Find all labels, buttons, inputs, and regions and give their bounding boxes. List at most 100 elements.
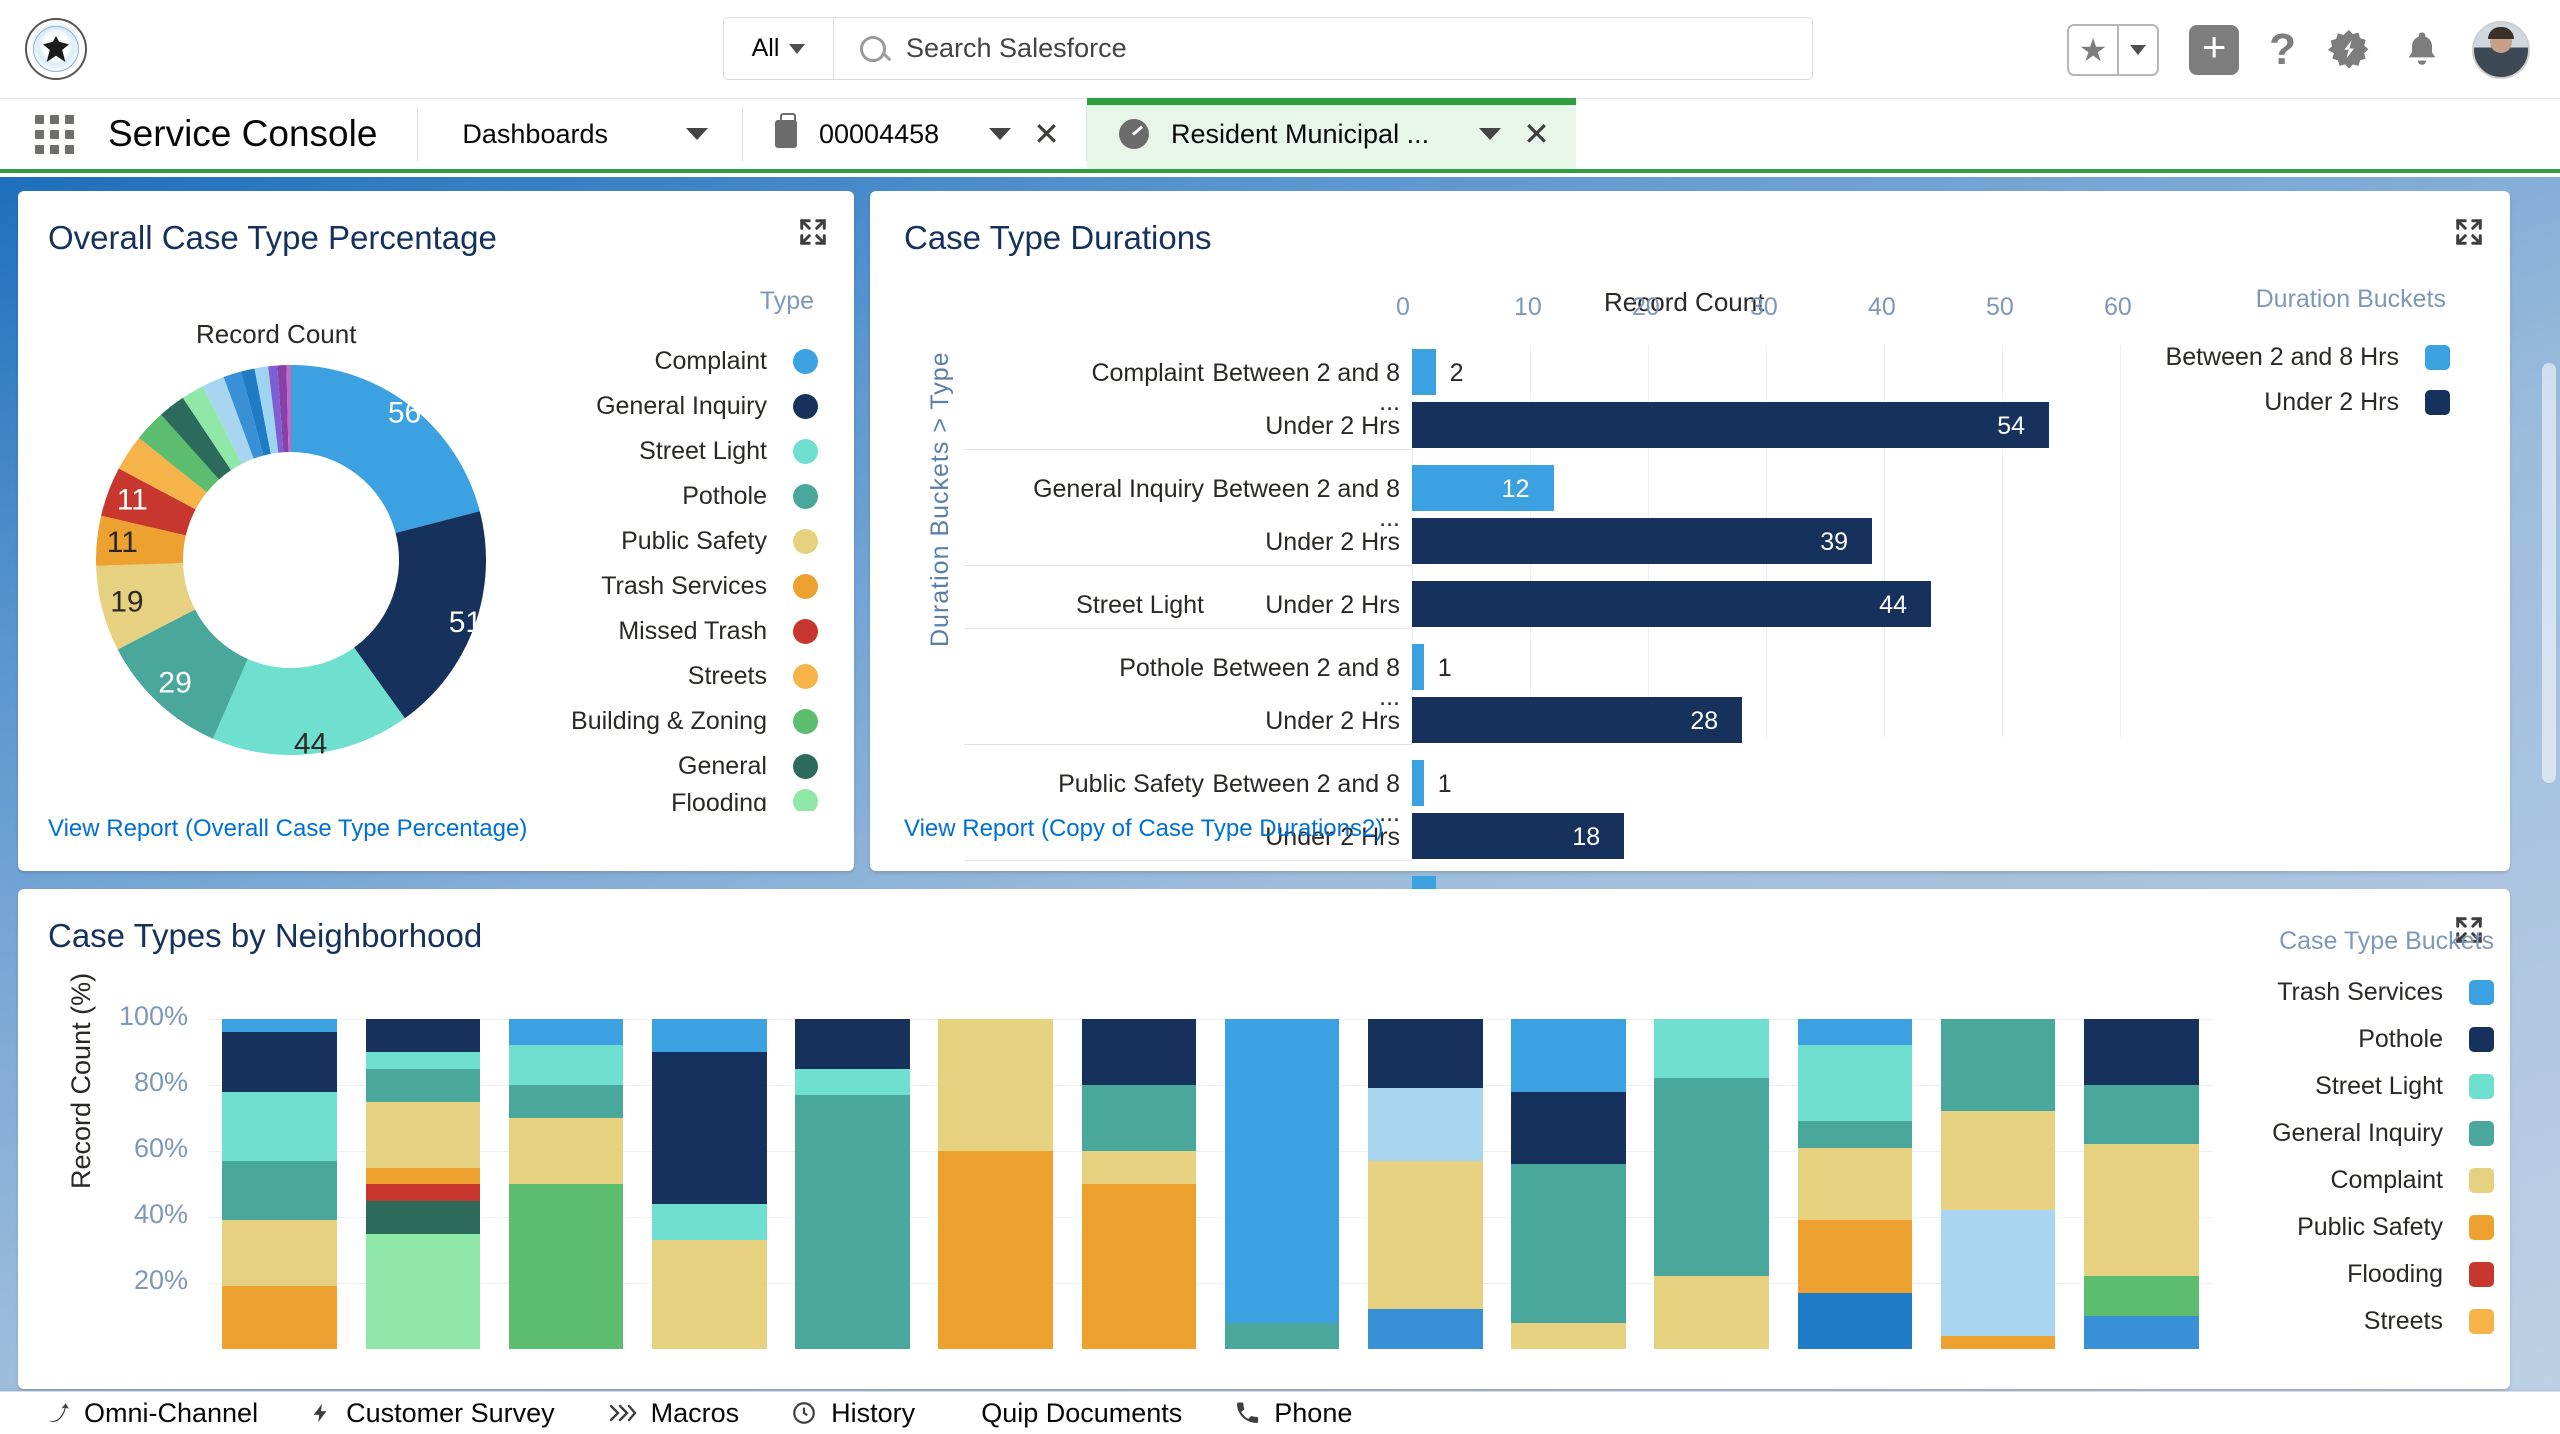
stacked-bar[interactable] [1797,1019,1913,1349]
stacked-bar[interactable] [795,1019,910,1349]
bar-segment[interactable] [651,1203,767,1241]
bar-segment[interactable] [1511,1164,1626,1323]
company-logo[interactable] [0,18,112,80]
bar-segment[interactable] [1654,1019,1770,1079]
neighborhood-chart[interactable]: 20% 40% 60% 80% 100% [119,1001,2213,1349]
stacked-bar[interactable] [651,1019,767,1349]
stacked-bar[interactable] [1224,1019,1340,1349]
bar-segment[interactable] [222,1160,337,1221]
bar-segment[interactable] [1654,1078,1770,1277]
bar-segment[interactable] [508,1045,624,1085]
bar-segment[interactable] [508,1019,624,1046]
utility-item-history[interactable]: History [765,1398,941,1429]
bar-segment[interactable] [508,1118,624,1184]
bar-segment[interactable] [1224,1019,1340,1323]
bar-segment[interactable] [938,1019,1053,1151]
bar-segment[interactable] [1511,1091,1626,1165]
legend-item[interactable]: Under 2 Hrs [2120,380,2450,425]
durations-chart-body[interactable]: Record Count Duration Buckets Between 2 … [904,257,2476,975]
bar-segment[interactable] [1081,1151,1197,1184]
bar-segment[interactable] [508,1184,624,1349]
favorites-group[interactable]: ★ [2067,23,2160,76]
bar-segment[interactable] [1368,1309,1483,1349]
bar-segment[interactable] [795,1094,910,1349]
stacked-bar[interactable] [508,1019,624,1349]
neighborhood-legend[interactable]: Trash Services Pothole Street Light Gene… [2134,969,2494,1345]
legend-item[interactable]: Between 2 and 8 Hrs [2120,335,2450,380]
donut-slice[interactable] [291,365,480,533]
search-scope-selector[interactable]: All [724,18,834,79]
bar-segment[interactable] [1368,1160,1483,1310]
bar-segment[interactable] [795,1019,910,1069]
bar-segment[interactable] [795,1068,910,1095]
bar-segment[interactable] [1081,1184,1197,1349]
bar-segment[interactable] [651,1019,767,1053]
bar-segment[interactable] [1797,1147,1913,1221]
legend-item[interactable]: Flooding [2134,1251,2494,1298]
bar[interactable] [1412,518,1873,564]
bar-segment[interactable] [1511,1019,1626,1092]
search-input[interactable]: Search Salesforce [906,33,1127,64]
global-search[interactable]: All Search Salesforce [723,17,1813,80]
setup-gear-icon[interactable] [2326,27,2372,73]
legend-item[interactable]: Streets [2134,1298,2494,1345]
bar-segment[interactable] [1940,1019,2056,1112]
bar[interactable] [1412,349,1436,395]
legend-item[interactable]: Street Light [2134,1063,2494,1110]
bar-segment[interactable] [365,1019,481,1052]
stacked-bar[interactable] [365,1019,481,1349]
bar-segment[interactable] [1797,1121,1913,1148]
bar-segment[interactable] [365,1052,481,1069]
user-avatar[interactable] [2472,20,2530,79]
bar[interactable] [1412,760,1424,806]
legend-item[interactable]: General Inquiry [2134,1110,2494,1157]
bar-segment[interactable] [222,1019,337,1033]
bar-segment[interactable] [1940,1335,2056,1349]
vertical-scrollbar[interactable] [2542,363,2556,783]
stacked-bar[interactable] [222,1019,337,1349]
legend-item[interactable]: Streets [488,654,818,699]
nav-item-dashboards[interactable]: Dashboards [418,99,652,169]
expand-icon[interactable] [798,217,828,247]
bar-segment[interactable] [1797,1019,1913,1046]
utility-item-omni-channel[interactable]: Omni-Channel [18,1398,284,1429]
view-report-link[interactable]: View Report (Overall Case Type Percentag… [48,815,527,843]
workspace-tab-dashboard[interactable]: Resident Municipal ... ✕ [1086,98,1576,169]
stacked-bar[interactable] [1654,1019,1770,1349]
bar-segment[interactable] [651,1052,767,1204]
stacked-bar[interactable] [1081,1019,1197,1349]
donut-legend[interactable]: Complaint General Inquiry Street Light P… [488,339,818,811]
bar-segment[interactable] [222,1032,337,1092]
legend-item[interactable]: General [488,744,818,789]
bar-segment[interactable] [1081,1019,1197,1085]
legend-item[interactable]: Trash Services [2134,969,2494,1016]
app-launcher-button[interactable] [0,99,108,169]
stacked-bar[interactable] [1511,1019,1626,1349]
workspace-tab-case[interactable]: 00004458 ✕ [743,99,1086,169]
bar-segment[interactable] [365,1184,481,1201]
bar-segment[interactable] [1368,1019,1483,1089]
legend-item[interactable]: Complaint [488,339,818,384]
view-report-link[interactable]: View Report (Copy of Case Type Durations… [904,815,1383,843]
legend-item[interactable]: Missed Trash [488,609,818,654]
bar-segment[interactable] [365,1068,481,1102]
bar-segment[interactable] [365,1200,481,1234]
legend-item[interactable]: Trash Services [488,564,818,609]
bar-segment[interactable] [1797,1292,1913,1349]
close-icon[interactable]: ✕ [1523,115,1550,153]
legend-item[interactable]: Street Light [488,429,818,474]
legend-item[interactable]: Complaint [2134,1157,2494,1204]
help-question-icon[interactable]: ? [2269,25,2296,75]
search-input-wrap[interactable]: Search Salesforce [834,33,1812,64]
nav-dropdown-button[interactable] [652,99,742,169]
durations-legend[interactable]: Between 2 and 8 Hrs Under 2 Hrs [2120,335,2450,425]
stacked-bar[interactable] [1368,1019,1483,1349]
bar-segment[interactable] [1940,1210,2056,1336]
bar[interactable] [1412,644,1424,690]
bar[interactable] [1412,465,1554,511]
bar[interactable] [1412,402,2050,448]
bar-segment[interactable] [1797,1220,1913,1293]
bar-segment[interactable] [938,1151,1053,1349]
legend-item[interactable]: Pothole [2134,1016,2494,1063]
bar-segment[interactable] [1797,1045,1913,1122]
